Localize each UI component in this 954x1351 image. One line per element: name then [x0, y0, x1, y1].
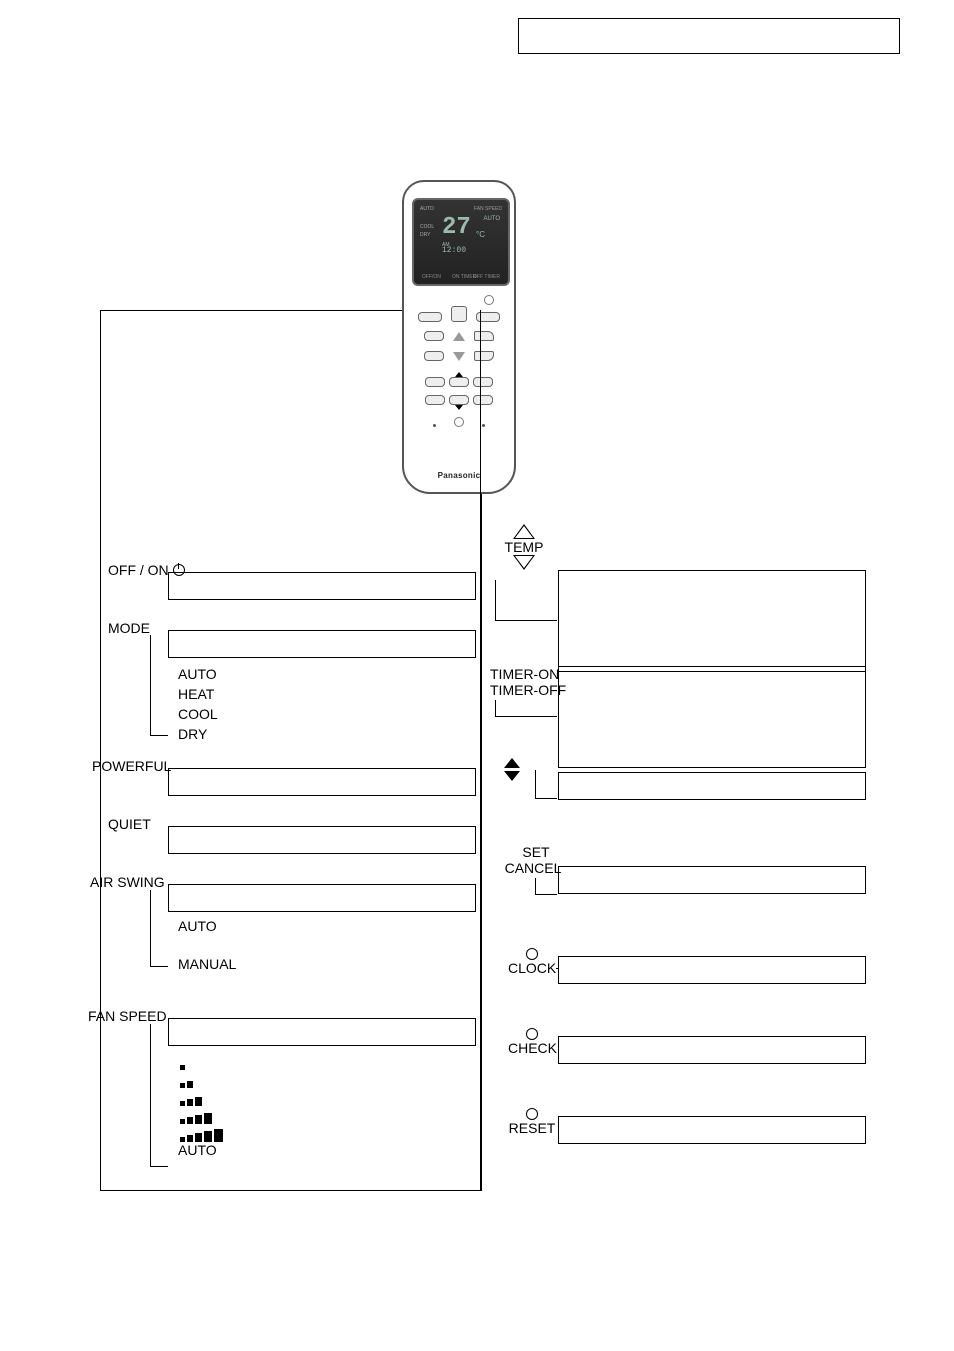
cancel-label: CANCEL — [500, 860, 566, 876]
clock-box — [558, 956, 866, 984]
timer-off-label: TIMER-OFF — [490, 682, 568, 698]
powerful-label: POWERFUL — [92, 758, 171, 774]
timer-on-label: TIMER-ON — [490, 666, 568, 682]
set-cancel-box — [558, 866, 866, 894]
swing-opt-manual: MANUAL — [178, 956, 236, 972]
mode-opt-auto: AUTO — [178, 666, 217, 682]
reset-label: RESET — [508, 1120, 556, 1136]
mode-label: MODE — [108, 620, 150, 636]
check-label: CHECK — [508, 1040, 556, 1056]
powerful-box — [168, 768, 476, 796]
reset-group: RESET — [508, 1108, 556, 1136]
temp-box — [558, 570, 866, 672]
fan-bars-1 — [180, 1052, 187, 1070]
check-box — [558, 1036, 866, 1064]
set-label: SET — [506, 844, 566, 860]
lcd-temp: 27 — [442, 214, 471, 241]
brand-label: Panasonic — [404, 471, 514, 480]
lcd-mode-cool: COOL — [420, 224, 434, 231]
swing-opt-auto: AUTO — [178, 918, 217, 934]
adjust-icons — [498, 758, 526, 781]
fan-speed-box — [168, 1018, 476, 1046]
fan-speed-label: FAN SPEED — [88, 1008, 167, 1024]
remote-row-5 — [416, 392, 502, 408]
fan-bars-3 — [180, 1088, 204, 1106]
adjust-down-icon — [504, 771, 520, 781]
quiet-label: QUIET — [108, 816, 151, 832]
header-box — [518, 18, 900, 54]
temp-label: TEMP — [498, 539, 550, 555]
lcd-unit: °C — [476, 230, 485, 239]
remote-control: AUTO FAN SPEED COOL DRY 27 °C AUTO AM 12… — [402, 180, 516, 494]
lcd-offtimer: OFF TIMER — [473, 274, 500, 280]
temp-down-icon — [513, 555, 535, 570]
fan-bars-5 — [180, 1124, 225, 1142]
check-icon — [526, 1028, 538, 1040]
remote-row-1 — [416, 306, 502, 322]
check-group: CHECK — [508, 1028, 556, 1056]
mode-opt-heat: HEAT — [178, 686, 214, 702]
mode-opt-cool: COOL — [178, 706, 218, 722]
air-swing-label: AIR SWING — [90, 874, 165, 890]
fan-bars-2 — [180, 1070, 195, 1088]
lcd-offon: OFF/ON — [422, 274, 441, 280]
mode-box — [168, 630, 476, 658]
lcd-clock: 12:00 — [442, 246, 466, 255]
temp-group: TEMP — [498, 524, 550, 570]
timer-box — [558, 666, 866, 768]
fan-opt-auto: AUTO — [178, 1142, 217, 1158]
lcd-mode-auto: AUTO — [420, 206, 434, 212]
adjust-box — [558, 772, 866, 800]
off-on-box — [168, 572, 476, 600]
temp-up-icon — [513, 524, 535, 539]
fan-bars-4 — [180, 1106, 214, 1124]
remote-row-2 — [416, 328, 502, 344]
adjust-up-icon — [504, 758, 520, 768]
reset-icon — [526, 1108, 538, 1120]
remote-row-6 — [416, 414, 502, 430]
clock-group: CLOCK — [508, 948, 556, 976]
lcd-fanspeed-label: FAN SPEED — [474, 206, 502, 212]
air-swing-box — [168, 884, 476, 912]
reset-box — [558, 1116, 866, 1144]
clock-icon — [526, 948, 538, 960]
quiet-box — [168, 826, 476, 854]
mode-opt-dry: DRY — [178, 726, 207, 742]
clock-label: CLOCK — [508, 960, 556, 976]
lcd-fan-auto: AUTO — [483, 216, 500, 222]
lcd-screen: AUTO FAN SPEED COOL DRY 27 °C AUTO AM 12… — [412, 198, 510, 286]
remote-row-3 — [416, 348, 502, 364]
remote-row-4 — [416, 374, 502, 390]
lcd-mode-dry: DRY — [420, 232, 430, 238]
